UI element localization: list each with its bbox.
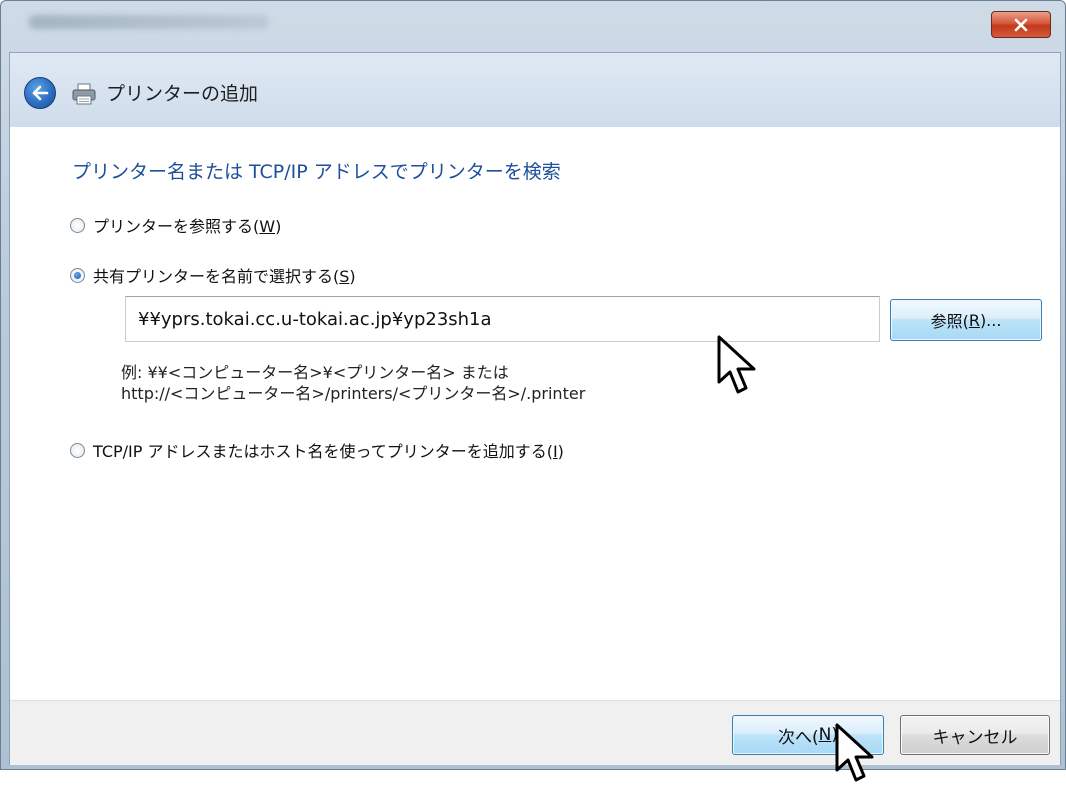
wizard-nav-bar: プリンターの追加 xyxy=(10,53,1060,127)
example-text: 例: ¥¥<コンピューター名>¥<プリンター名> または http://<コンピ… xyxy=(121,362,585,404)
back-arrow-icon xyxy=(32,85,49,101)
radio-browse-printer[interactable] xyxy=(70,217,85,233)
example-line-2: http://<コンピューター名>/printers/<プリンター名>/.pri… xyxy=(121,384,586,403)
option-shared-label: 共有プリンターを名前で選択する(S) xyxy=(93,267,356,286)
shared-printer-name-input[interactable] xyxy=(125,296,880,342)
window-frame: プリンターの追加 プリンター名または TCP/IP アドレスでプリンターを検索 … xyxy=(0,0,1066,770)
radio-shared-printer[interactable] xyxy=(70,267,85,283)
wizard-client-area: プリンターの追加 プリンター名または TCP/IP アドレスでプリンターを検索 … xyxy=(9,52,1061,765)
example-line-1: 例: ¥¥<コンピューター名>¥<プリンター名> または xyxy=(121,363,509,382)
close-icon xyxy=(1014,18,1028,31)
title-bar-caption xyxy=(29,15,269,29)
option-tcpip-label: TCP/IP アドレスまたはホスト名を使ってプリンターを追加する(I) xyxy=(93,442,564,461)
option-browse-label: プリンターを参照する(W) xyxy=(93,217,282,236)
title-bar[interactable] xyxy=(1,1,1066,51)
page-heading: プリンター名または TCP/IP アドレスでプリンターを検索 xyxy=(72,161,561,183)
radio-tcpip-printer[interactable] xyxy=(70,442,85,458)
option-shared-printer[interactable]: 共有プリンターを名前で選択する(S) xyxy=(70,263,356,287)
cancel-button[interactable]: キャンセル xyxy=(900,715,1050,755)
next-button[interactable]: 次へ(N) xyxy=(732,715,884,755)
printer-icon xyxy=(72,83,96,105)
option-browse-printer[interactable]: プリンターを参照する(W) xyxy=(70,213,281,237)
wizard-title: プリンターの追加 xyxy=(106,83,259,105)
wizard-footer: 次へ(N) キャンセル xyxy=(10,700,1060,765)
back-button[interactable] xyxy=(24,77,56,109)
option-tcpip-printer[interactable]: TCP/IP アドレスまたはホスト名を使ってプリンターを追加する(I) xyxy=(70,438,564,462)
browse-button[interactable]: 参照(R)... xyxy=(890,299,1042,341)
close-button[interactable] xyxy=(991,11,1051,38)
